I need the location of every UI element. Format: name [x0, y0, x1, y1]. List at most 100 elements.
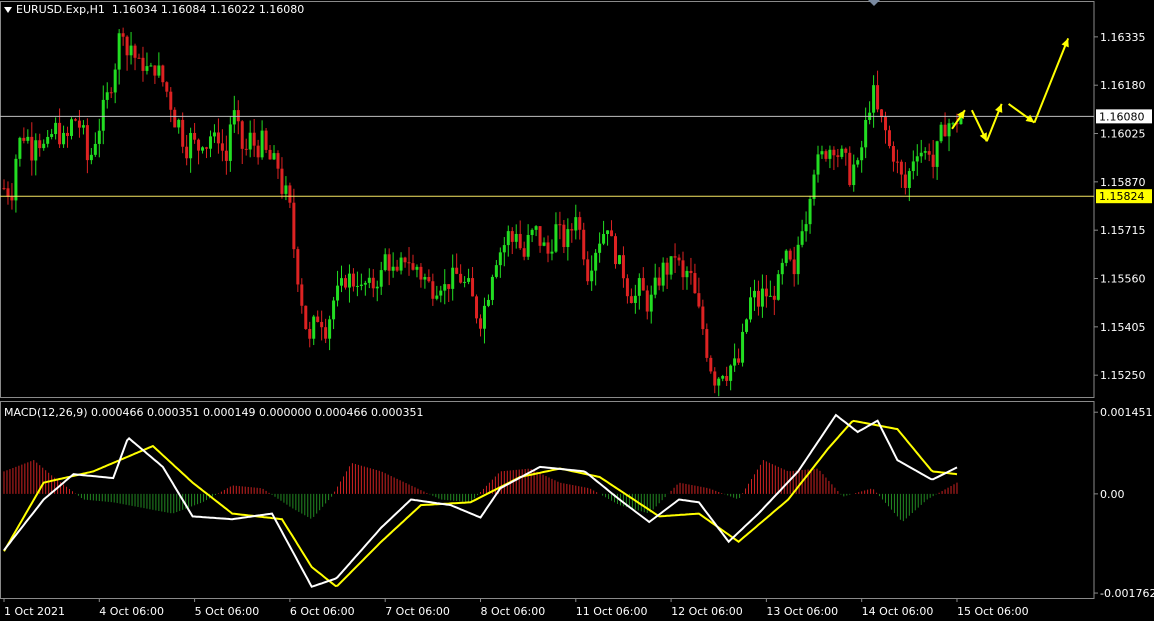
- candle[interactable]: [582, 222, 586, 266]
- candle[interactable]: [141, 46, 145, 82]
- candle[interactable]: [240, 120, 244, 165]
- candle[interactable]: [304, 305, 308, 330]
- candle[interactable]: [244, 138, 248, 156]
- symbol-header[interactable]: EURUSD.Exp,H1 1.16034 1.16084 1.16022 1.…: [4, 3, 304, 16]
- candle[interactable]: [121, 27, 125, 46]
- candle[interactable]: [613, 233, 617, 269]
- candle[interactable]: [447, 284, 451, 303]
- candle[interactable]: [113, 63, 117, 104]
- candle[interactable]: [268, 145, 272, 160]
- candle[interactable]: [177, 118, 181, 134]
- candle[interactable]: [137, 53, 141, 59]
- candle[interactable]: [752, 279, 756, 311]
- candle[interactable]: [316, 310, 320, 323]
- candle[interactable]: [371, 269, 375, 298]
- candle[interactable]: [443, 269, 447, 305]
- candle[interactable]: [792, 246, 796, 287]
- candle[interactable]: [836, 148, 840, 168]
- candle[interactable]: [248, 120, 252, 158]
- candle[interactable]: [201, 146, 205, 154]
- candle[interactable]: [419, 263, 423, 288]
- candle[interactable]: [228, 116, 232, 172]
- candle[interactable]: [645, 285, 649, 320]
- candle[interactable]: [232, 95, 236, 133]
- candle[interactable]: [173, 107, 177, 128]
- candle[interactable]: [522, 241, 526, 261]
- candle[interactable]: [498, 247, 502, 278]
- candle[interactable]: [828, 145, 832, 169]
- candle[interactable]: [554, 212, 558, 253]
- candle[interactable]: [455, 253, 459, 275]
- candle[interactable]: [641, 267, 645, 291]
- scroll-marker-icon[interactable]: [868, 0, 880, 6]
- candle[interactable]: [812, 169, 816, 206]
- candle[interactable]: [73, 117, 77, 122]
- candle[interactable]: [459, 264, 463, 284]
- candle[interactable]: [153, 65, 157, 84]
- candle[interactable]: [475, 294, 479, 324]
- candle[interactable]: [709, 355, 713, 374]
- candle[interactable]: [598, 232, 602, 263]
- candle[interactable]: [566, 218, 570, 261]
- candle[interactable]: [411, 254, 415, 271]
- candle[interactable]: [336, 270, 340, 307]
- candle[interactable]: [328, 315, 332, 351]
- candle[interactable]: [427, 269, 431, 283]
- candle[interactable]: [502, 237, 506, 267]
- candle[interactable]: [471, 267, 475, 297]
- candle[interactable]: [931, 140, 935, 179]
- candle[interactable]: [208, 130, 212, 158]
- candle[interactable]: [840, 145, 844, 160]
- candle[interactable]: [70, 117, 74, 140]
- candle[interactable]: [602, 220, 606, 246]
- candle[interactable]: [482, 297, 486, 344]
- candle[interactable]: [54, 117, 58, 140]
- forecast-arrow[interactable]: [985, 103, 1003, 142]
- candle[interactable]: [276, 150, 280, 179]
- candle[interactable]: [205, 146, 209, 159]
- candle[interactable]: [796, 236, 800, 285]
- candle[interactable]: [725, 366, 729, 387]
- candle[interactable]: [375, 280, 379, 302]
- candle[interactable]: [252, 118, 256, 157]
- candle[interactable]: [534, 225, 538, 237]
- forecast-arrow[interactable]: [1008, 103, 1035, 124]
- candle[interactable]: [784, 249, 788, 267]
- candle[interactable]: [332, 296, 336, 330]
- candle[interactable]: [288, 182, 292, 209]
- candle[interactable]: [887, 125, 891, 149]
- candle[interactable]: [625, 274, 629, 304]
- candle[interactable]: [296, 246, 300, 293]
- candle[interactable]: [895, 149, 899, 174]
- candle[interactable]: [312, 314, 316, 346]
- candle[interactable]: [657, 267, 661, 291]
- candle[interactable]: [387, 248, 391, 286]
- candle[interactable]: [621, 246, 625, 288]
- candle[interactable]: [216, 118, 220, 154]
- candle[interactable]: [260, 120, 264, 160]
- candle[interactable]: [947, 118, 951, 152]
- candle[interactable]: [526, 224, 530, 260]
- candle[interactable]: [97, 118, 101, 158]
- candle[interactable]: [578, 211, 582, 240]
- candlestick-series[interactable]: [2, 27, 963, 397]
- candle[interactable]: [665, 257, 669, 290]
- candle[interactable]: [911, 150, 915, 180]
- candle[interactable]: [212, 124, 216, 143]
- candle[interactable]: [733, 343, 737, 372]
- candle[interactable]: [737, 348, 741, 365]
- candle[interactable]: [85, 118, 89, 174]
- candle[interactable]: [876, 70, 880, 113]
- candle[interactable]: [451, 254, 455, 301]
- candle[interactable]: [923, 147, 927, 160]
- candle[interactable]: [749, 287, 753, 323]
- candle[interactable]: [868, 101, 872, 125]
- candle[interactable]: [149, 62, 153, 67]
- candle[interactable]: [42, 139, 46, 151]
- candle[interactable]: [741, 323, 745, 367]
- candle[interactable]: [300, 278, 304, 314]
- candle[interactable]: [363, 280, 367, 296]
- candle[interactable]: [633, 284, 637, 314]
- candle[interactable]: [772, 285, 776, 316]
- candle[interactable]: [629, 288, 633, 304]
